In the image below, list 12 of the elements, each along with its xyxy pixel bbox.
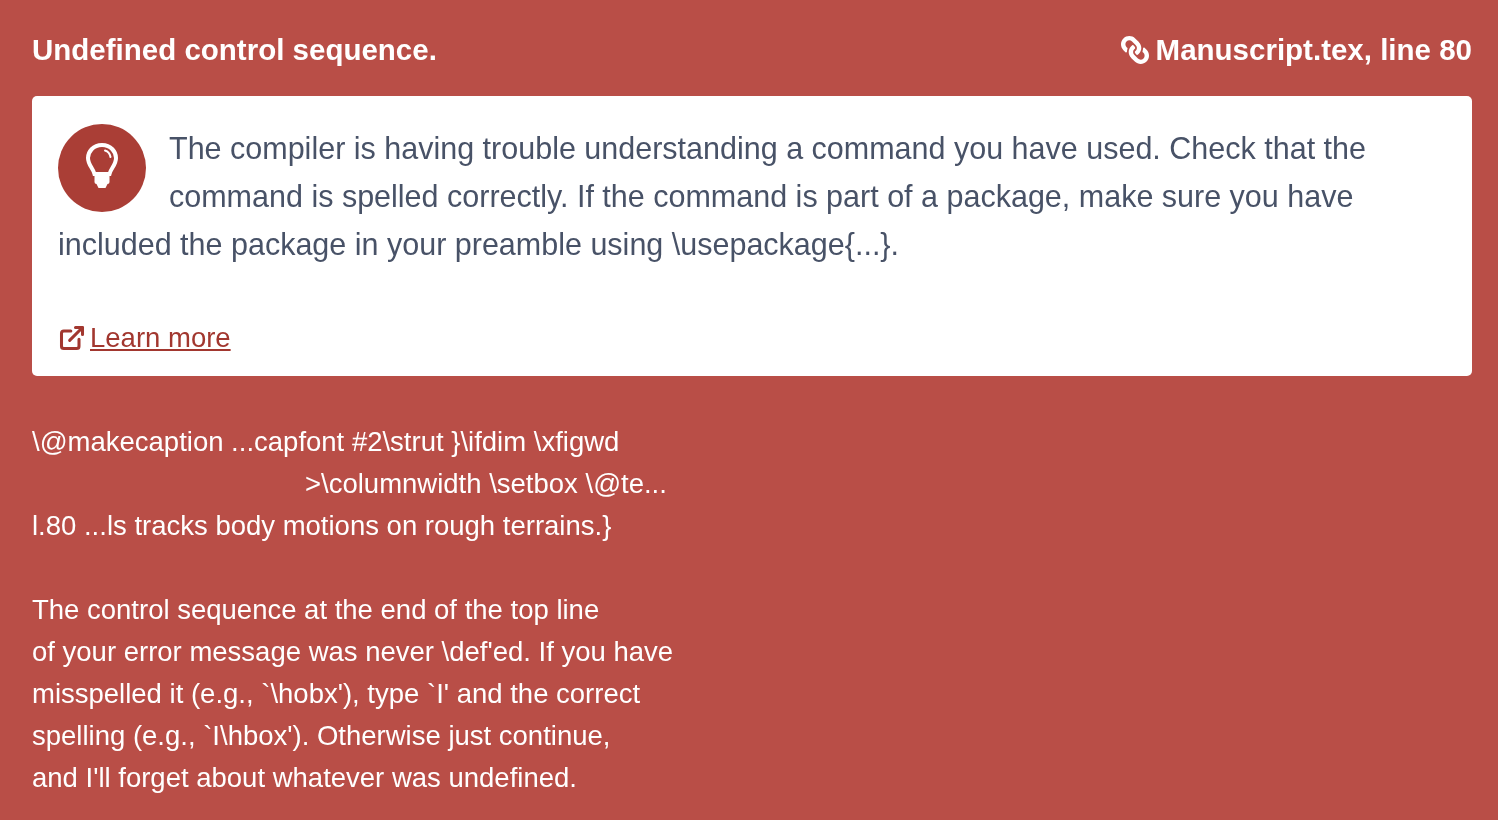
hint-text: included the package in your preamble using \usepackage{...}.	[58, 226, 900, 264]
external-link-icon	[58, 324, 86, 352]
lightbulb-icon	[58, 124, 146, 212]
log-line: >\columnwidth \setbox \@te...	[304, 467, 667, 501]
log-line: \@makecaption ...capfont #2\strut }\ifdim \xfigwd	[32, 425, 620, 459]
file-location-link[interactable]: Manuscript.tex, line 80	[1120, 30, 1472, 70]
error-title: Undefined control sequence.	[32, 32, 437, 68]
error-help-text: The control sequence at the end of the top line of your error message was never \def'ed. If you have misspelled it (e.g., `\hobx'), type `I' and the correct spelling (e.g., `I\hbox'). Otherwise just continue, and I'll forget about whatever was undefined.	[32, 593, 674, 795]
log-line: l.80 ...ls tracks body motions on rough terrains.}	[32, 509, 612, 543]
link-icon	[1120, 36, 1149, 64]
learn-more-link[interactable]: Learn more	[58, 318, 231, 358]
hint-text: The compiler is having trouble understanding a command you have used. Check that the command is spelled correctly. If the command is part of a package, make sure you have	[169, 130, 1367, 216]
